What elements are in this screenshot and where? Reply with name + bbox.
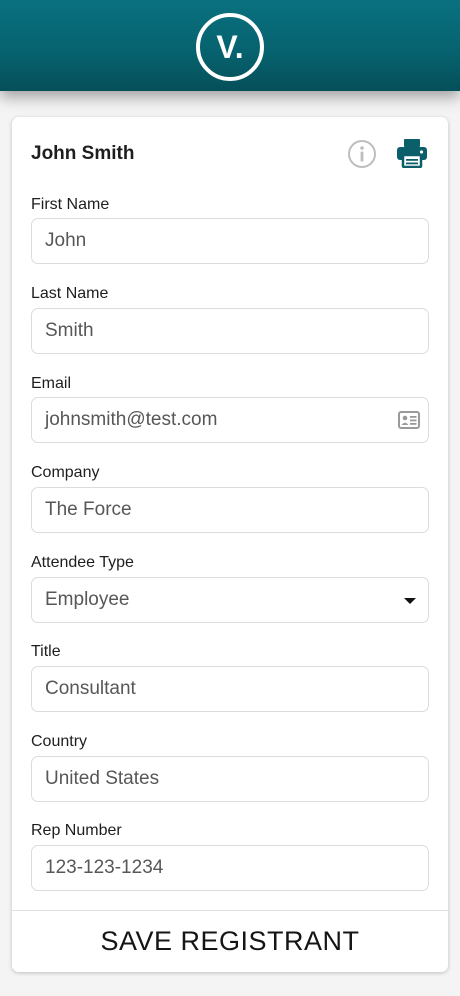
first-name-value: John <box>45 230 87 251</box>
title-value: Consultant <box>45 678 136 699</box>
company-field[interactable]: The Force <box>31 487 429 533</box>
info-icon[interactable] <box>347 139 377 169</box>
email-value: johnsmith@test.com <box>45 409 218 430</box>
last-name-label: Last Name <box>31 285 109 302</box>
first-name-label: First Name <box>31 196 110 213</box>
registrant-card: John Smith First Name John Last Name Smi… <box>12 117 448 972</box>
save-registrant-button[interactable]: SAVE REGISTRANT <box>12 911 448 972</box>
printer-icon[interactable] <box>396 138 428 168</box>
title-field[interactable]: Consultant <box>31 666 429 712</box>
country-label: Country <box>31 733 88 750</box>
registrant-name-title: John Smith <box>31 143 135 164</box>
caret-down-icon[interactable] <box>404 598 416 604</box>
rep-number-label: Rep Number <box>31 822 122 839</box>
email-field[interactable]: johnsmith@test.com <box>31 397 429 443</box>
last-name-field[interactable]: Smith <box>31 308 429 354</box>
email-label: Email <box>31 375 72 392</box>
country-value: United States <box>45 768 160 789</box>
app-header: V. <box>0 0 460 91</box>
country-field[interactable]: United States <box>31 756 429 802</box>
first-name-field[interactable]: John <box>31 218 429 264</box>
attendee-type-select[interactable]: Employee <box>31 577 429 623</box>
attendee-type-value: Employee <box>45 589 130 610</box>
company-value: The Force <box>45 499 132 520</box>
app-logo[interactable]: V. <box>196 13 264 81</box>
attendee-type-label: Attendee Type <box>31 554 134 571</box>
logo-text: V. <box>216 28 244 65</box>
last-name-value: Smith <box>45 320 94 341</box>
rep-number-value: 123-123-1234 <box>45 857 164 878</box>
rep-number-field[interactable]: 123-123-1234 <box>31 845 429 891</box>
contact-card-icon[interactable] <box>398 411 420 429</box>
company-label: Company <box>31 464 100 481</box>
title-label: Title <box>31 643 61 660</box>
